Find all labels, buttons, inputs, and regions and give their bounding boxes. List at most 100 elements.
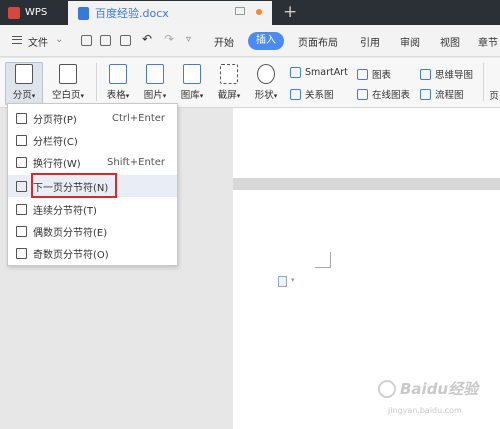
margin-corner-mark (315, 252, 331, 268)
chevron-down-icon[interactable]: ⌄ (55, 34, 63, 45)
table-icon (109, 64, 127, 84)
highlight-box (31, 173, 117, 198)
shape-icon (257, 64, 275, 84)
smartart-label: SmartArt (305, 67, 348, 78)
chart-icon (357, 68, 368, 80)
ribbon-divider (96, 63, 97, 101)
table-label: 表格 (106, 90, 126, 101)
file-menu[interactable]: 文件 (28, 34, 48, 49)
menu-item-label: 分栏符(C) (33, 136, 78, 148)
online-chart-button[interactable]: 在线图表 (357, 87, 410, 101)
smartart-button[interactable]: SmartArt (290, 67, 348, 78)
monitor-icon[interactable] (235, 7, 245, 15)
title-bar: WPS 百度经验.docx + (0, 0, 500, 25)
tab-home[interactable]: 开始 (214, 34, 234, 49)
blank-page-label: 空白页 (51, 90, 81, 101)
baidu-paw-logo-icon (378, 380, 396, 398)
undo-icon[interactable]: ↶ (142, 32, 152, 46)
menu-item-shortcut: Shift+Enter (107, 156, 165, 168)
tab-references[interactable]: 引用 (360, 34, 380, 49)
ribbon-toolbar: 分页▾ 空白页▾ 表格▾ 图片▾ 图库▾ 截屏▾ 形状▾ SmartArt 关系… (0, 58, 500, 108)
menu-item-shortcut: Ctrl+Enter (111, 112, 165, 124)
column-break-icon (16, 134, 27, 146)
mindmap-button[interactable]: 思维导图 (420, 67, 473, 81)
menu-item-label: 分页符(P) (33, 114, 77, 126)
tab-page-layout[interactable]: 页面布局 (298, 34, 338, 49)
tab-insert[interactable]: 插入 (248, 32, 284, 50)
menu-item-column-break[interactable]: 分栏符(C) (8, 129, 177, 151)
online-chart-label: 在线图表 (372, 90, 411, 101)
menu-item-label: 换行符(W) (33, 158, 81, 170)
menu-item-page-break[interactable]: 分页符(P) Ctrl+Enter (8, 107, 177, 129)
gallery-icon (183, 64, 201, 84)
odd-page-section-break-icon (16, 247, 27, 259)
quick-access-more-icon[interactable]: ▿ (186, 34, 191, 45)
online-chart-icon (357, 88, 368, 100)
menu-item-odd-page-section-break[interactable]: 奇数页分节符(O) (8, 242, 177, 264)
relation-chart-icon (290, 88, 301, 100)
previous-page[interactable] (233, 108, 500, 178)
relation-chart-label: 关系图 (305, 90, 334, 101)
table-button[interactable]: 表格▾ (102, 64, 134, 101)
picture-icon (146, 64, 164, 84)
menu-item-even-page-section-break[interactable]: 偶数页分节符(E) (8, 220, 177, 242)
scissors-icon (220, 64, 238, 84)
picture-label: 图片 (143, 90, 163, 101)
even-page-section-break-icon (16, 225, 27, 237)
watermark-url: jingyan.baidu.com (388, 406, 462, 415)
page-break-group[interactable]: 分页▾ (7, 64, 41, 101)
chart-button[interactable]: 图表 (357, 67, 391, 81)
page-number-button[interactable]: 页 (488, 88, 500, 102)
unsaved-dot-icon (256, 9, 262, 15)
page-break-icon (15, 64, 33, 84)
continuous-section-break-icon (16, 203, 27, 215)
page-break-label: 分页 (12, 90, 32, 101)
blank-page-icon (59, 64, 77, 84)
tab-review[interactable]: 审阅 (400, 34, 420, 49)
page-break-icon (16, 112, 27, 124)
redo-icon[interactable]: ↷ (164, 32, 174, 46)
menu-item-label: 连续分节符(T) (33, 205, 97, 217)
document-icon (78, 6, 89, 20)
paragraph-caret-icon[interactable]: ▾ (291, 276, 295, 284)
wps-logo-icon (8, 6, 20, 19)
smartart-icon (290, 67, 301, 78)
page-separator (233, 178, 500, 190)
menu-item-line-break[interactable]: 换行符(W) Shift+Enter (8, 151, 177, 173)
menu-bar: 文件 ⌄ ↶ ↷ ▿ 开始 插入 页面布局 引用 审阅 视图 章节 (0, 25, 500, 57)
blank-page-button[interactable]: 空白页▾ (48, 64, 88, 101)
page-number-label: 页 (489, 91, 499, 102)
baidu-watermark: Baidu经验 jingyan.baidu.com (378, 378, 496, 422)
flowchart-icon (420, 88, 431, 100)
watermark-brand: Baidu经验 (400, 380, 479, 398)
print-preview-icon[interactable] (120, 35, 131, 46)
ribbon-divider (483, 63, 484, 101)
flowchart-label: 流程图 (435, 90, 464, 101)
tab-sections[interactable]: 章节 (478, 34, 498, 49)
flowchart-button[interactable]: 流程图 (420, 87, 464, 101)
next-page-section-break-icon (16, 180, 27, 192)
menu-item-label: 奇数页分节符(O) (33, 249, 109, 261)
screenshot-label: 截屏 (217, 90, 237, 101)
mindmap-label: 思维导图 (435, 70, 474, 81)
tab-view[interactable]: 视图 (440, 34, 460, 49)
relation-chart-button[interactable]: 关系图 (290, 87, 334, 101)
menu-item-label: 偶数页分节符(E) (33, 227, 108, 239)
app-label: WPS (25, 7, 48, 18)
line-break-icon (16, 156, 27, 168)
document-title: 百度经验.docx (95, 7, 169, 20)
save-icon[interactable] (81, 35, 92, 46)
wps-app-tab[interactable]: WPS (0, 0, 62, 25)
paragraph-layout-icon[interactable] (278, 276, 287, 287)
chart-label: 图表 (372, 70, 392, 81)
screenshot-button[interactable]: 截屏▾ (213, 64, 245, 101)
picture-button[interactable]: 图片▾ (139, 64, 171, 101)
add-tab-button[interactable]: + (283, 2, 297, 22)
shape-button[interactable]: 形状▾ (250, 64, 282, 101)
print-icon[interactable] (100, 35, 111, 46)
gallery-button[interactable]: 图库▾ (176, 64, 208, 101)
gallery-label: 图库 (180, 90, 200, 101)
menu-item-continuous-section-break[interactable]: 连续分节符(T) (8, 198, 177, 220)
shape-label: 形状 (254, 90, 274, 101)
menu-icon[interactable] (12, 36, 22, 44)
